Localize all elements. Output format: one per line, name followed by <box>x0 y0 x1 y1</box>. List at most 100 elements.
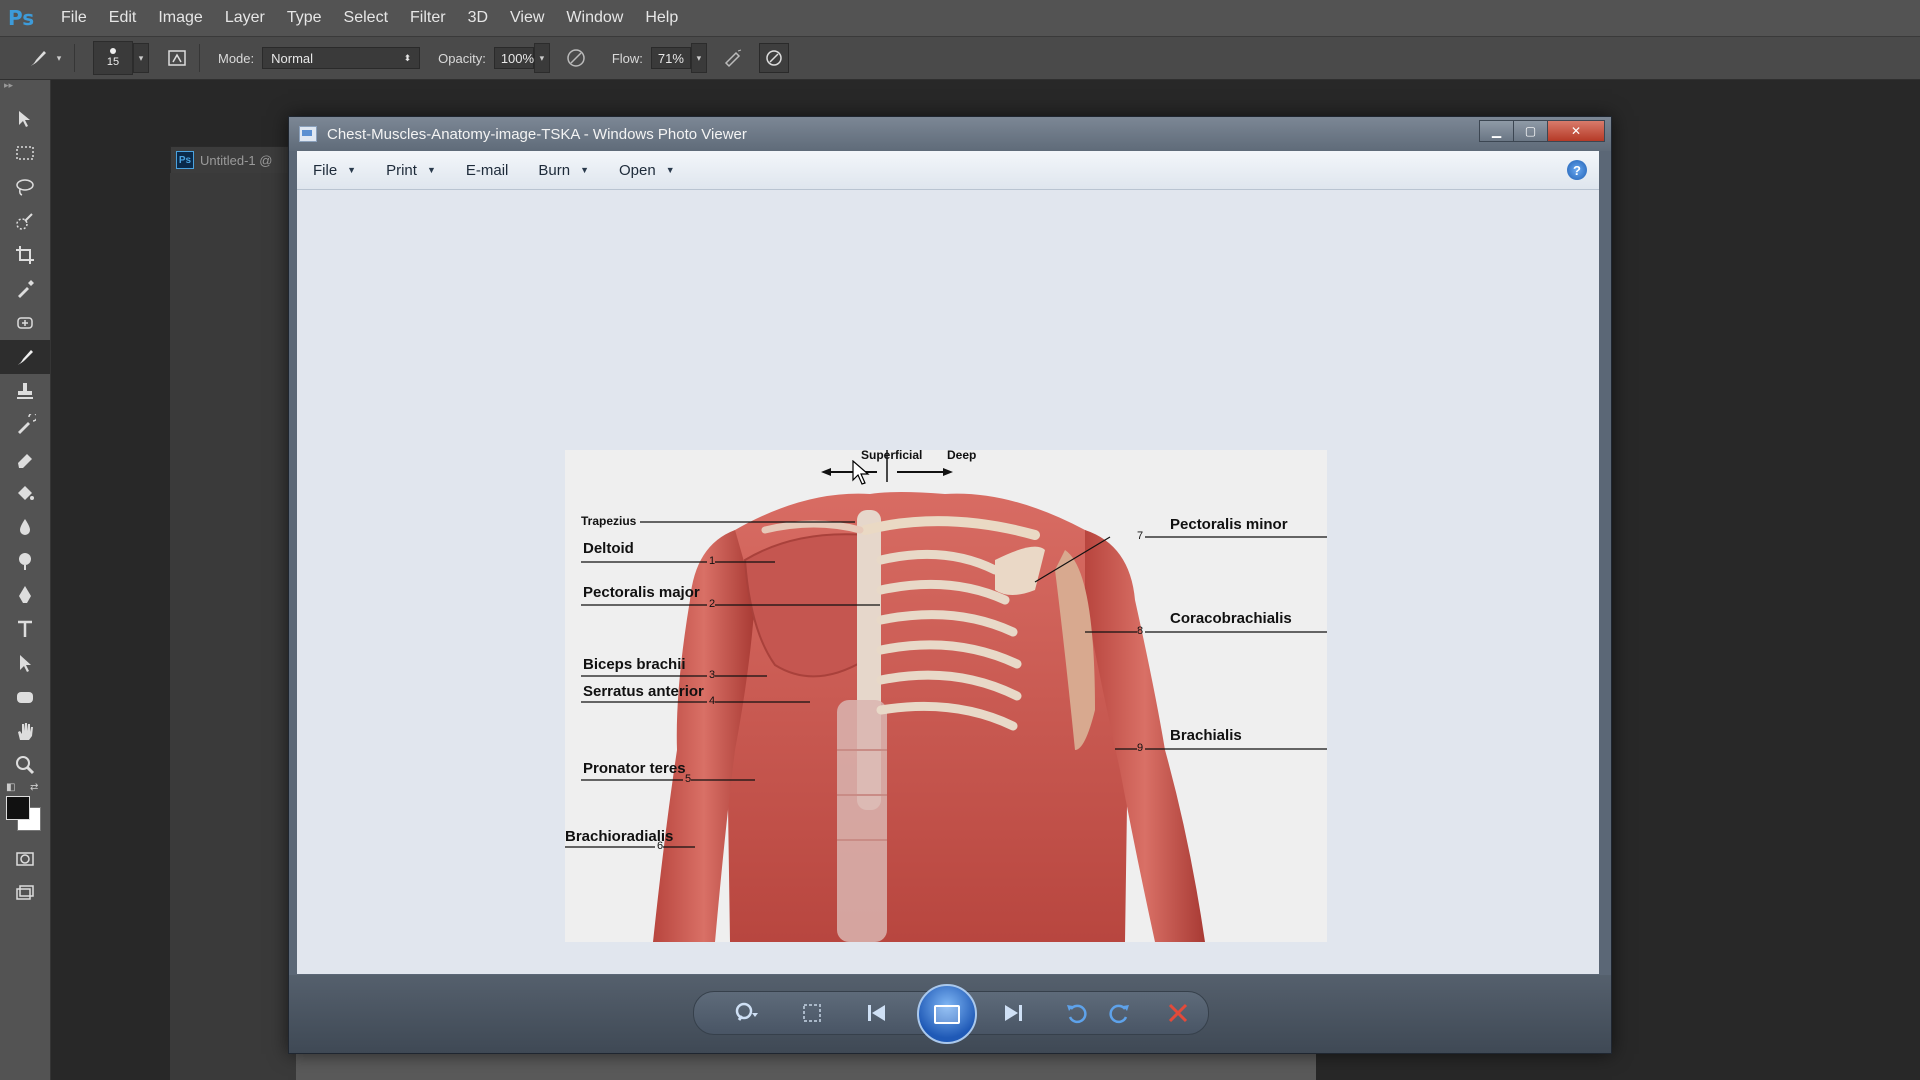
delete-button[interactable] <box>1163 999 1193 1027</box>
viewer-menu-print-label: Print <box>386 161 417 179</box>
ps-document-icon: Ps <box>176 151 194 169</box>
dropdown-arrow-icon: ▼ <box>580 165 589 175</box>
viewer-menu-email[interactable]: E-mail <box>450 162 523 179</box>
menu-select[interactable]: Select <box>333 9 399 27</box>
menu-filter[interactable]: Filter <box>399 9 457 27</box>
hand-tool-icon[interactable] <box>0 714 50 748</box>
anatomy-image: Superficial Deep Trapezius Deltoid 1 Pec… <box>565 448 1327 942</box>
menu-layer[interactable]: Layer <box>214 9 276 27</box>
zoom-button[interactable] <box>723 999 769 1027</box>
menu-window[interactable]: Window <box>555 9 634 27</box>
label-biceps-brachii: Biceps brachii <box>583 656 686 673</box>
color-swatches[interactable]: ◧ ⇄ <box>0 782 50 842</box>
menu-file[interactable]: File <box>50 9 98 27</box>
menu-edit[interactable]: Edit <box>98 9 148 27</box>
close-icon: ✕ <box>1570 124 1582 138</box>
preset-dropdown-arrow[interactable]: ▾ <box>52 44 66 72</box>
eyedropper-tool-icon[interactable] <box>0 272 50 306</box>
slideshow-button[interactable] <box>917 984 977 1044</box>
opacity-dropdown[interactable]: ▾ <box>533 43 550 73</box>
flow-dropdown[interactable]: ▾ <box>690 43 707 73</box>
menu-type[interactable]: Type <box>276 9 333 27</box>
minimize-button[interactable]: ▁ <box>1479 120 1514 142</box>
marquee-tool-icon[interactable] <box>0 136 50 170</box>
brush-size-picker[interactable]: 15 <box>93 41 133 75</box>
rotate-clockwise-button[interactable] <box>1105 999 1135 1027</box>
screen-mode-icon[interactable] <box>0 876 50 910</box>
next-icon <box>1005 1005 1022 1021</box>
paint-bucket-tool-icon[interactable] <box>0 476 50 510</box>
brush-tool-icon[interactable] <box>0 340 50 374</box>
menu-3d[interactable]: 3D <box>457 9 499 27</box>
zoom-icon <box>735 1002 758 1021</box>
dodge-tool-icon[interactable] <box>0 544 50 578</box>
quick-selection-tool-icon[interactable] <box>0 204 50 238</box>
viewer-menu-file[interactable]: File ▼ <box>297 162 370 179</box>
panel-grip-icon[interactable]: ▸▸ <box>0 80 50 92</box>
label-num-8: 8 <box>1137 625 1144 637</box>
tools-panel: ▸▸ ◧ ⇄ <box>0 80 51 1080</box>
document-canvas[interactable] <box>170 173 300 1080</box>
lasso-tool-icon[interactable] <box>0 170 50 204</box>
rotate-counterclockwise-button[interactable] <box>1061 999 1091 1027</box>
label-num-5: 5 <box>685 773 692 785</box>
pressure-opacity-icon[interactable] <box>562 44 590 72</box>
next-button[interactable] <box>995 999 1031 1027</box>
photoshop-menu-bar: Ps File Edit Image Layer Type Select Fil… <box>0 0 1920 37</box>
photo-viewer-app-icon <box>299 126 317 142</box>
previous-button[interactable] <box>859 999 895 1027</box>
mode-select[interactable]: Normal ⬍ <box>262 47 421 69</box>
photo-viewer-controls <box>289 975 1611 1053</box>
label-num-1: 1 <box>709 555 716 567</box>
history-brush-tool-icon[interactable] <box>0 408 50 442</box>
options-bar: ▾ 15 ▾ Mode: Normal ⬍ Opacity: 100% ▾ Fl… <box>0 37 1920 80</box>
pen-tool-icon[interactable] <box>0 578 50 612</box>
mouse-cursor-icon <box>852 459 870 491</box>
label-num-9: 9 <box>1137 742 1144 754</box>
photo-viewer-menu-bar: File ▼ Print ▼ E-mail Burn ▼ Open ▼ ? <box>297 151 1599 190</box>
document-canvas-bottom <box>296 1050 1316 1080</box>
airbrush-icon[interactable] <box>719 44 747 72</box>
brush-size-dropdown[interactable]: ▾ <box>133 43 149 73</box>
maximize-button[interactable]: ▢ <box>1513 120 1548 142</box>
brush-tool-preset-icon[interactable] <box>24 44 52 72</box>
path-selection-tool-icon[interactable] <box>0 646 50 680</box>
type-tool-icon[interactable] <box>0 612 50 646</box>
help-icon[interactable]: ? <box>1567 160 1587 180</box>
photo-viewer-titlebar[interactable]: Chest-Muscles-Anatomy-image-TSKA - Windo… <box>289 117 1611 151</box>
blur-tool-icon[interactable] <box>0 510 50 544</box>
rotate-cw-icon <box>1109 1004 1129 1024</box>
foreground-color-swatch[interactable] <box>6 796 30 820</box>
close-button[interactable]: ✕ <box>1547 120 1605 142</box>
zoom-tool-icon[interactable] <box>0 748 50 782</box>
document-tab[interactable]: Ps Untitled-1 @ <box>170 146 302 174</box>
crop-tool-icon[interactable] <box>0 238 50 272</box>
default-colors-icon[interactable]: ◧ <box>6 782 15 793</box>
label-coracobrachialis: Coracobrachialis <box>1170 610 1292 627</box>
opacity-field[interactable]: 100% <box>493 47 534 69</box>
healing-brush-tool-icon[interactable] <box>0 306 50 340</box>
swap-colors-icon[interactable]: ⇄ <box>30 782 38 793</box>
eraser-tool-icon[interactable] <box>0 442 50 476</box>
slideshow-icon <box>934 1004 960 1024</box>
flow-field[interactable]: 71% <box>650 47 691 69</box>
flow-label: Flow: <box>611 50 643 66</box>
clone-stamp-tool-icon[interactable] <box>0 374 50 408</box>
viewer-menu-print[interactable]: Print ▼ <box>370 162 450 179</box>
menu-view[interactable]: View <box>499 9 555 27</box>
label-deltoid: Deltoid <box>583 540 634 557</box>
menu-help[interactable]: Help <box>634 9 689 27</box>
brush-panel-icon[interactable] <box>163 44 191 72</box>
previous-icon <box>868 1005 885 1021</box>
move-tool-icon[interactable] <box>0 102 50 136</box>
shape-tool-icon[interactable] <box>0 680 50 714</box>
menu-image[interactable]: Image <box>147 9 213 27</box>
viewer-menu-open[interactable]: Open ▼ <box>603 162 689 179</box>
actual-size-button[interactable] <box>797 999 827 1027</box>
quick-mask-icon[interactable] <box>0 842 50 876</box>
viewer-menu-burn[interactable]: Burn ▼ <box>522 162 603 179</box>
pressure-size-icon[interactable] <box>758 43 789 73</box>
separator <box>199 44 200 72</box>
minimize-icon: ▁ <box>1491 124 1502 138</box>
viewer-menu-email-label: E-mail <box>465 161 509 179</box>
